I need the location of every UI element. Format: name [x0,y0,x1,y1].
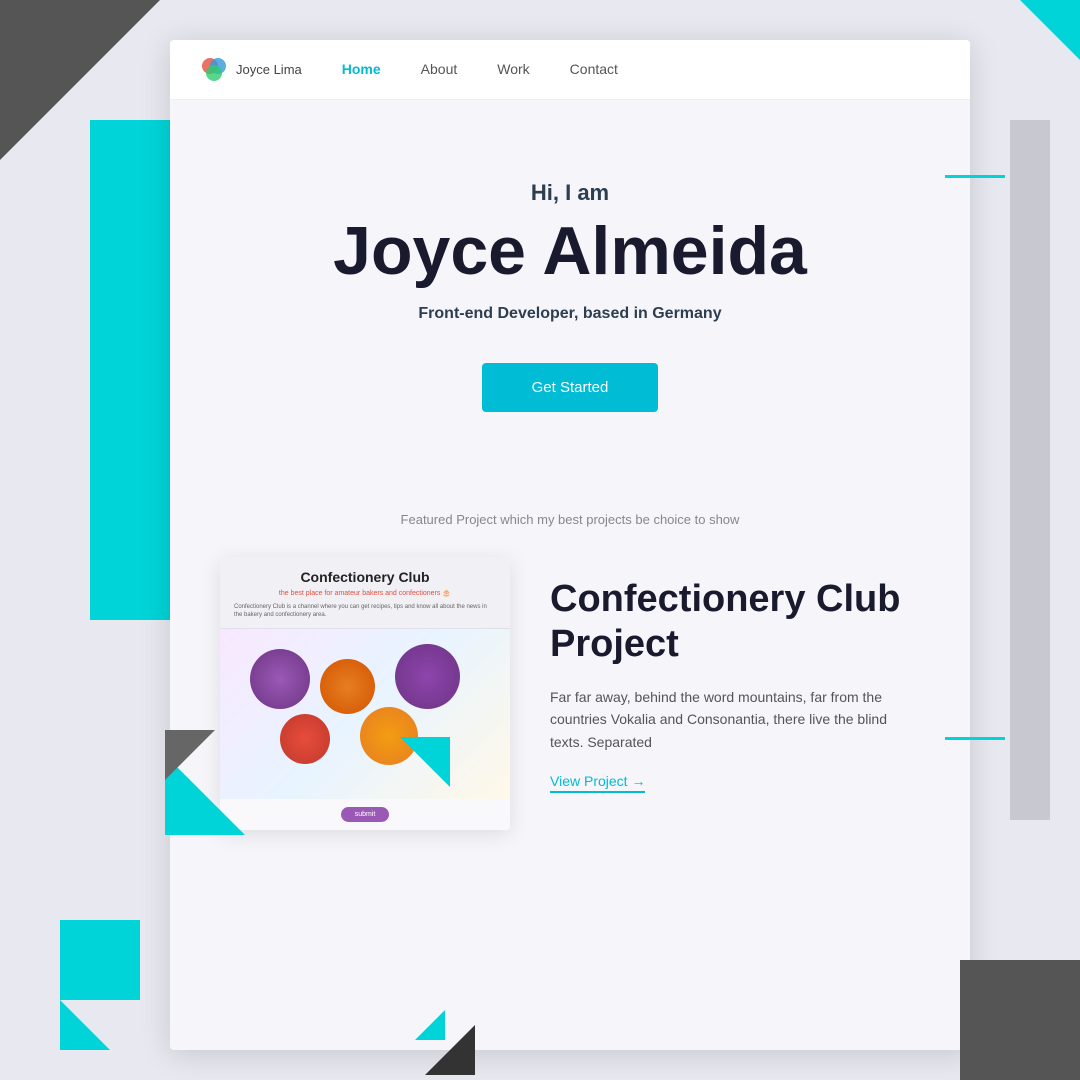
cupcake-decoration-1 [250,649,310,709]
get-started-button[interactable]: Get Started [482,363,659,412]
deco-left-cyan-bar [90,120,170,620]
project-title: Confectionery Club Project [550,577,920,668]
deco-right-cyan-line-bottom [945,737,1005,740]
mockup-image [220,629,510,799]
cupcake-decoration-4 [280,714,330,764]
nav-home-link[interactable]: Home [342,61,381,77]
deco-bottom-left-triangle [60,1000,110,1050]
project-link[interactable]: View Project → [550,773,645,793]
nav-about[interactable]: About [421,61,458,79]
mockup-footer: submit [220,799,510,830]
cupcake-decoration-3 [395,644,460,709]
logo-icon [200,56,228,84]
cupcake-decoration-2 [320,659,375,714]
featured-section: Featured Project which my best projects … [170,472,970,850]
deco-bottom-right-dark [960,960,1080,1080]
project-row: Confectionery Club the best place for am… [210,557,930,830]
featured-label: Featured Project which my best projects … [210,512,930,527]
nav-home[interactable]: Home [342,61,381,79]
nav-contact[interactable]: Contact [570,61,618,79]
mockup-submit-button[interactable]: submit [341,807,390,822]
mockup-header: Confectionery Club the best place for am… [220,557,510,629]
mockup-title: Confectionery Club [234,569,496,585]
mockup-body: Confectionery Club is a channel where yo… [234,603,496,620]
navbar: Joyce Lima Home About Work Contact [170,40,970,100]
project-body: Far far away, behind the word mountains,… [550,686,920,753]
logo-text: Joyce Lima [236,62,302,77]
navbar-links: Home About Work Contact [342,61,618,79]
nav-about-link[interactable]: About [421,61,458,77]
nav-contact-link[interactable]: Contact [570,61,618,77]
deco-bottom-left-cyan [60,920,140,1000]
browser-window: Joyce Lima Home About Work Contact Hi, I… [170,40,970,1050]
navbar-logo[interactable]: Joyce Lima [200,56,302,84]
deco-corner-top-right-cyan [1020,0,1080,60]
nav-work-link[interactable]: Work [497,61,529,77]
mockup-desc: the best place for amateur bakers and co… [234,589,496,597]
hero-greeting: Hi, I am [210,180,930,206]
deco-right-gray-bar [1010,120,1050,820]
hero-subtitle: Front-end Developer, based in Germany [210,305,930,323]
cupcake-decoration-5 [360,707,418,765]
hero-name: Joyce Almeida [210,214,930,289]
nav-work[interactable]: Work [497,61,529,79]
project-mockup: Confectionery Club the best place for am… [220,557,510,830]
project-description: Confectionery Club Project Far far away,… [550,557,920,793]
deco-right-cyan-line-top [945,175,1005,178]
hero-section: Hi, I am Joyce Almeida Front-end Develop… [170,100,970,472]
